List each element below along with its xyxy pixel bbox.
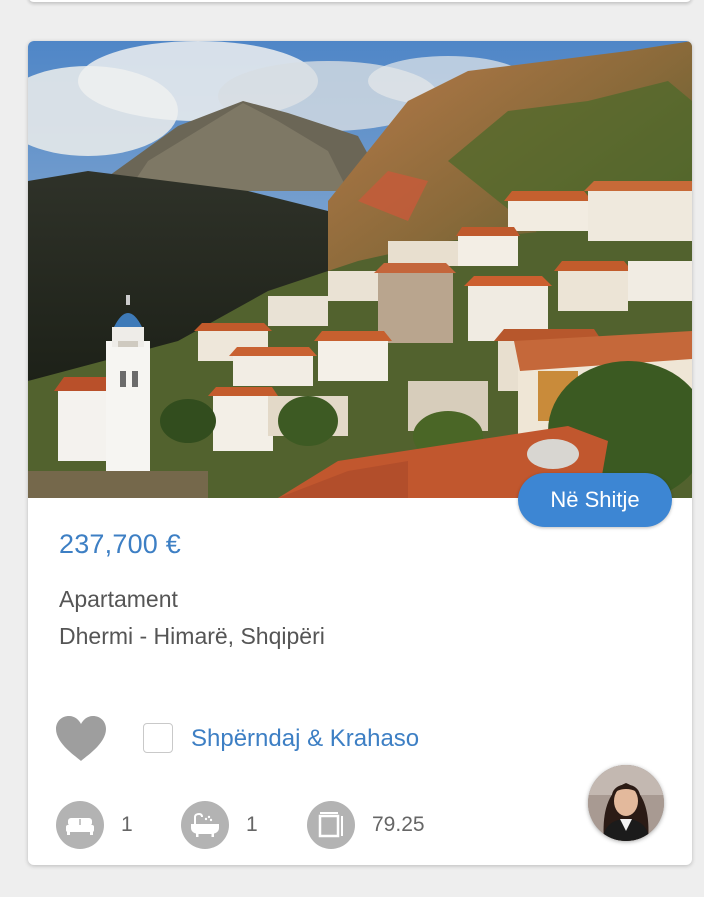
compare-link[interactable]: Shpërndaj & Krahaso xyxy=(191,725,419,753)
property-type: Apartament xyxy=(59,586,178,612)
bedrooms-feature: 1 xyxy=(56,801,133,849)
for-sale-badge: Në Shitje xyxy=(518,473,672,527)
property-location: Dhermi - Himarë, Shqipëri xyxy=(59,623,325,649)
listing-photo[interactable] xyxy=(28,41,692,498)
bedrooms-count: 1 xyxy=(121,813,133,836)
listing-card[interactable]: Në Shitje 237,700 € Apartament Dhermi - … xyxy=(28,41,692,865)
area-feature: 79.25 xyxy=(307,801,425,849)
previous-listing-card xyxy=(28,0,692,2)
listing-price: 237,700 € xyxy=(59,529,181,559)
heart-icon[interactable] xyxy=(54,715,108,763)
bathtub-icon xyxy=(181,801,229,849)
bathrooms-count: 1 xyxy=(246,813,258,836)
bed-icon xyxy=(56,801,104,849)
area-value: 79.25 xyxy=(372,813,425,836)
bathrooms-feature: 1 xyxy=(181,801,258,849)
area-icon xyxy=(307,801,355,849)
agent-avatar[interactable] xyxy=(588,765,664,841)
compare-checkbox[interactable] xyxy=(143,723,173,753)
